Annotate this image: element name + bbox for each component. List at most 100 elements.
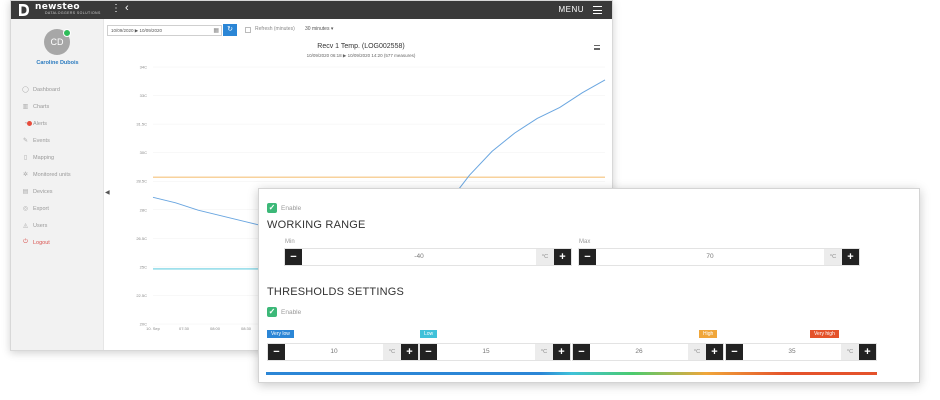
collapse-sidebar-icon[interactable]: ◀ <box>105 189 110 196</box>
max-value[interactable]: 70 <box>596 249 824 265</box>
sidebar-item-alerts[interactable]: ◔ Alerts <box>21 115 101 132</box>
sidebar-item-label: Devices <box>33 188 53 195</box>
interval-select[interactable]: 30 minutes ▾ <box>305 26 333 32</box>
auto-refresh-label: Refresh (minutes) <box>255 26 295 32</box>
kebab-menu-icon[interactable]: ⋮ <box>111 4 121 14</box>
thresholds-enable-checkbox[interactable]: ✓ <box>267 307 277 317</box>
sidebar-item-export[interactable]: ◎ Export <box>21 200 101 217</box>
sidebar-item-charts[interactable]: ▥ Charts <box>21 98 101 115</box>
unit-label: °C <box>688 344 706 360</box>
enable-checkbox[interactable]: ✓ <box>267 203 277 213</box>
date-range-input[interactable]: 10/09/2020 ▶ 10/09/2020 ▦ <box>107 25 222 36</box>
sidebar-item-users[interactable]: ◬ Users <box>21 217 101 234</box>
hamburger-icon[interactable] <box>593 6 602 14</box>
sidebar-item-monitored-units[interactable]: ✲ Monitored units <box>21 166 101 183</box>
low-tag: Low <box>420 330 438 338</box>
very-low-tag: Very low <box>267 330 294 338</box>
map-icon: ▯ <box>23 155 28 161</box>
decrement-button[interactable]: − <box>726 344 743 360</box>
sidebar-item-label: Monitored units <box>33 171 71 178</box>
y-tick-label: 34C <box>140 65 147 70</box>
unit-label: °C <box>536 249 554 265</box>
unit-label: °C <box>841 344 859 360</box>
menu-label[interactable]: MENU <box>558 5 584 14</box>
y-tick-label: 33C <box>140 93 147 98</box>
auto-refresh-checkbox[interactable] <box>245 27 251 33</box>
thresholds-settings-title: THRESHOLDS SETTINGS <box>267 286 405 298</box>
date-range-value: 10/09/2020 ▶ 10/09/2020 <box>111 28 163 33</box>
working-range-min-field[interactable]: − -40 °C + <box>284 248 572 266</box>
y-tick-label: 26.5C <box>136 236 147 241</box>
very-high-tag: Very high <box>810 330 839 338</box>
brand-tagline: DATALOGGERS SOLUTIONS <box>45 11 101 15</box>
chart-menu-icon[interactable] <box>594 45 600 50</box>
max-label: Max <box>579 239 591 245</box>
events-icon: ✎ <box>22 138 29 144</box>
increment-button[interactable]: + <box>553 344 570 360</box>
decrement-button[interactable]: − <box>268 344 285 360</box>
top-bar: newsteo DATALOGGERS SOLUTIONS ⋮ ‹ MENU <box>11 1 612 19</box>
alert-badge <box>27 121 32 126</box>
sidebar-item-mapping[interactable]: ▯ Mapping <box>21 149 101 166</box>
y-tick-label: 30C <box>140 150 147 155</box>
sidebar-item-label: Logout <box>33 239 50 246</box>
x-tick-label: 10. Sep <box>146 326 161 331</box>
low-value[interactable]: 15 <box>437 344 535 360</box>
refresh-icon: ↻ <box>227 26 233 33</box>
y-tick-label: 28C <box>140 207 147 212</box>
sidebar-item-label: Charts <box>33 103 50 110</box>
sidebar-item-events[interactable]: ✎ Events <box>21 132 101 149</box>
sidebar-item-devices[interactable]: ▤ Devices <box>21 183 101 200</box>
increment-button[interactable]: + <box>554 249 571 265</box>
calendar-icon[interactable]: ▦ <box>213 27 219 36</box>
logo-icon <box>19 4 29 16</box>
x-tick-label: 08:30 <box>241 326 252 331</box>
x-tick-label: 07:30 <box>179 326 190 331</box>
threshold-high-field[interactable]: − 26 °C + <box>572 343 724 361</box>
x-tick-label: 08:00 <box>210 326 221 331</box>
sidebar-item-label: Events <box>33 137 50 144</box>
min-label: Min <box>285 239 295 245</box>
y-tick-label: 28.5C <box>136 179 147 184</box>
sidebar-item-label: Dashboard <box>33 86 60 93</box>
unit-label: °C <box>535 344 553 360</box>
increment-button[interactable]: + <box>859 344 876 360</box>
y-tick-label: 22.5C <box>136 293 147 298</box>
chevron-left-icon[interactable]: ‹ <box>125 2 129 14</box>
increment-button[interactable]: + <box>401 344 418 360</box>
very-high-value[interactable]: 35 <box>743 344 841 360</box>
sidebar-item-dashboard[interactable]: ◯ Dashboard <box>21 81 101 98</box>
decrement-button[interactable]: − <box>579 249 596 265</box>
high-value[interactable]: 26 <box>590 344 688 360</box>
decrement-button[interactable]: − <box>420 344 437 360</box>
increment-button[interactable]: + <box>842 249 859 265</box>
decrement-button[interactable]: − <box>573 344 590 360</box>
unit-label: °C <box>383 344 401 360</box>
threshold-low-field[interactable]: − 15 °C + <box>419 343 571 361</box>
sidebar-item-label: Mapping <box>33 154 55 161</box>
chart-title: Recv 1 Temp. (LOG002558) <box>317 43 405 50</box>
user-name[interactable]: Caroline Dubois <box>11 60 104 66</box>
working-range-max-field[interactable]: − 70 °C + <box>578 248 860 266</box>
working-range-title: WORKING RANGE <box>267 219 366 231</box>
threshold-very-low-field[interactable]: − 10 °C + <box>267 343 419 361</box>
increment-button[interactable]: + <box>706 344 723 360</box>
threshold-very-high-field[interactable]: − 35 °C + <box>725 343 877 361</box>
device-icon: ▤ <box>22 189 29 195</box>
sidebar-item-logout[interactable]: ⏻ Logout <box>21 234 101 251</box>
refresh-button[interactable]: ↻ <box>223 24 237 36</box>
sidebar-item-label: Users <box>33 222 48 229</box>
threshold-gradient-bar <box>266 372 877 375</box>
very-low-value[interactable]: 10 <box>285 344 383 360</box>
y-tick-label: 31.5C <box>136 122 147 127</box>
power-icon: ⏻ <box>23 239 28 245</box>
thresholds-enable-label: Enable <box>281 309 302 316</box>
gear-icon: ✲ <box>22 172 29 178</box>
sidebar-item-label: Alerts <box>33 120 48 127</box>
online-status-dot <box>63 29 71 37</box>
sidebar-nav: ◯ Dashboard ▥ Charts ◔ Alerts ✎ Events ▯ Mapp… <box>21 81 101 251</box>
chart-icon: ▥ <box>22 104 29 110</box>
decrement-button[interactable]: − <box>285 249 302 265</box>
min-value[interactable]: -40 <box>302 249 536 265</box>
dashboard-icon: ◯ <box>22 87 29 93</box>
